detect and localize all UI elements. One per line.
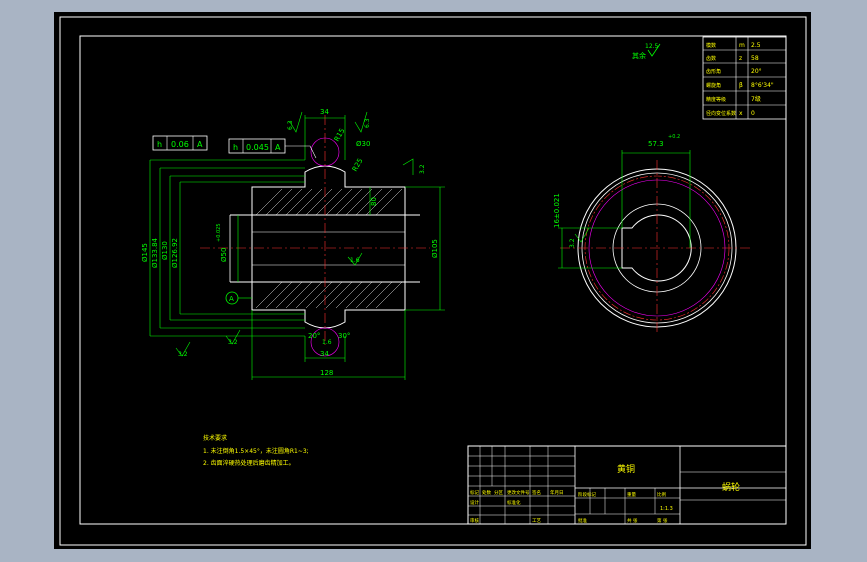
dim-d133: Ø133.84 <box>151 237 159 268</box>
notes-title: 技术要求 <box>203 434 227 442</box>
param-cell: 精度等级 <box>706 96 726 103</box>
param-cell: 58 <box>751 55 759 62</box>
tol2-sym: h <box>233 143 238 152</box>
title-block-label: 审核 <box>470 517 479 524</box>
title-block-label: 分区 <box>494 489 503 496</box>
param-cell: 2.5 <box>751 42 761 49</box>
notes-line-1: 1. 未注倒角1.5×45°，未注圆角R1~3; <box>203 447 309 455</box>
param-cell: 齿数 <box>706 55 716 62</box>
scale-text: 1:1.3 <box>660 506 673 512</box>
dim-angle-2: 30° <box>338 332 350 340</box>
param-cell: 20° <box>751 68 762 75</box>
tol1-datum: A <box>197 140 203 149</box>
tol1-sym: h <box>157 140 162 149</box>
corner-roughness-value: 12.5 <box>645 43 659 50</box>
title-block-label: 批准 <box>578 517 587 524</box>
material-text: 黄铜 <box>617 463 635 475</box>
dim-top-width: 34 <box>320 108 329 116</box>
param-cell: 模数 <box>706 42 716 49</box>
param-cell: 7级 <box>751 95 761 103</box>
dim-80: 80 <box>370 197 378 206</box>
dim-rough: 3.2 <box>569 238 576 248</box>
rough-7: 1.6 <box>322 339 332 346</box>
param-cell: β <box>739 82 743 89</box>
tol2-value: 0.045 <box>246 143 269 152</box>
datum-a-label: A <box>229 295 234 303</box>
rough-4: 1.6 <box>350 257 360 264</box>
title-block-label: 比例 <box>657 491 666 498</box>
title-block-label: 年月日 <box>550 489 564 496</box>
title-block-label: 重量 <box>627 491 636 498</box>
notes-line-2: 2. 齿面淬硬热处理后磨齿精加工。 <box>203 459 295 467</box>
dim-d126: Ø126.92 <box>171 238 179 268</box>
dim-overall-width: 128 <box>320 369 333 377</box>
param-cell: x <box>739 110 743 117</box>
dim-top-tol: +0.2 <box>668 134 680 140</box>
rough-1: 6.3 <box>287 120 294 130</box>
param-cell: 螺旋角 <box>706 82 721 89</box>
title-block-label: 设计 <box>470 499 479 506</box>
dim-hub: Ø105 <box>431 239 439 258</box>
rough-3: 3.2 <box>419 164 426 174</box>
title-block-label: 处数 <box>482 489 491 496</box>
param-cell: 齿形角 <box>706 68 721 75</box>
title-block-label: 签名 <box>532 489 541 496</box>
title-block-label: 更改文件号 <box>507 489 530 496</box>
title-block-label: 阶段标记 <box>578 491 596 498</box>
dim-groove: Ø30 <box>356 140 370 148</box>
corner-roughness-label: 其余 <box>632 51 646 60</box>
title-block-label: 第 张 <box>657 517 668 524</box>
param-cell: m <box>739 42 745 49</box>
param-cell: 8°6'34" <box>751 82 774 89</box>
dim-angle-1: 20° <box>308 332 320 340</box>
cad-drawing-canvas[interactable]: 其余 12.5 模数 m 2.5 齿数 z 58 齿形角 20° 螺旋角 β 8°6'34" 精度等级… <box>0 0 867 562</box>
tol1-value: 0.06 <box>171 140 189 149</box>
rough-6: 3.2 <box>228 339 238 346</box>
drawing-background <box>54 12 811 549</box>
title-block-label: 标记 <box>470 489 479 496</box>
title-block-label: 工艺 <box>532 518 541 524</box>
rough-2: 6.3 <box>364 118 371 128</box>
param-cell: z <box>739 55 742 62</box>
param-cell: 0 <box>751 110 755 117</box>
param-cell: 径向变位系数 <box>706 110 736 117</box>
part-name-text: 蜗轮 <box>722 481 740 493</box>
dim-d145: Ø145 <box>141 243 149 262</box>
rough-5: 3.2 <box>178 351 188 358</box>
dim-bottom-width: 34 <box>320 350 329 358</box>
title-block-label: 标准化 <box>507 499 521 506</box>
dim-d130: Ø130 <box>161 241 169 260</box>
dim-bore: Ø50 <box>220 248 228 262</box>
title-block-label: 共 张 <box>627 517 638 524</box>
tol2-datum: A <box>275 143 281 152</box>
dim-keyway: 16±0.021 <box>553 193 561 228</box>
dim-top: 57.3 <box>648 140 664 148</box>
dim-bore-tol: +0.025 <box>216 223 222 242</box>
